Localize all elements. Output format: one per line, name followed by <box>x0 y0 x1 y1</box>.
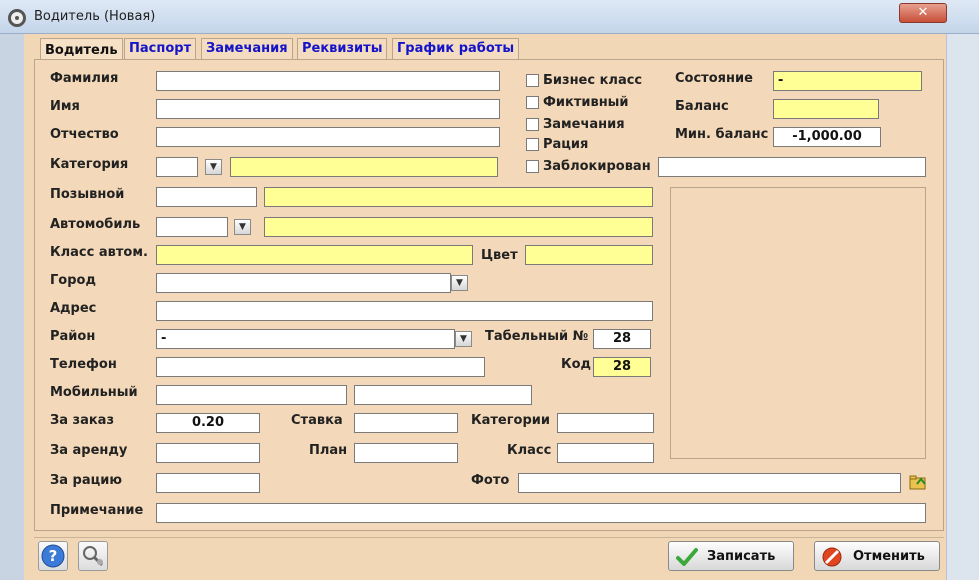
remarks-checkbox[interactable] <box>526 118 539 131</box>
svg-text:?: ? <box>49 547 58 565</box>
open-folder-icon[interactable] <box>909 474 927 490</box>
fictitious-label: Фиктивный <box>543 95 629 110</box>
phone-field[interactable] <box>156 357 485 377</box>
car-class-label: Класс автом. <box>50 245 148 260</box>
category-label: Категория <box>50 157 129 172</box>
photo-path-field[interactable] <box>518 473 901 493</box>
patronymic-label: Отчество <box>50 127 119 142</box>
status-field: - <box>773 71 922 91</box>
name-label: Имя <box>50 99 80 114</box>
per-order-field[interactable]: 0.20 <box>156 413 260 433</box>
phone-label: Телефон <box>50 357 117 372</box>
category-name-field <box>230 157 498 177</box>
rate-field[interactable] <box>354 413 458 433</box>
callsign-field[interactable] <box>156 187 257 207</box>
plan-label: План <box>309 443 348 458</box>
categories-field[interactable] <box>557 413 654 433</box>
window-title: Водитель (Новая) <box>34 9 156 24</box>
background-window-strip <box>946 34 979 580</box>
color-field <box>525 245 653 265</box>
code-field: 28 <box>593 357 651 377</box>
blocked-checkbox[interactable] <box>526 160 539 173</box>
min-balance-field[interactable]: -1,000.00 <box>773 127 881 147</box>
tab-remarks[interactable]: Замечания <box>201 38 293 60</box>
class-field[interactable] <box>557 443 654 463</box>
radio-label: Рация <box>543 137 589 152</box>
district-select[interactable]: - <box>156 329 455 349</box>
callsign-info-field <box>264 187 653 207</box>
per-radio-label: За рацию <box>50 473 122 488</box>
address-label: Адрес <box>50 301 97 316</box>
car-class-field <box>156 245 473 265</box>
business-class-checkbox[interactable] <box>526 74 539 87</box>
cancel-icon <box>822 547 842 567</box>
class-label: Класс <box>507 443 552 458</box>
cancel-button-label: Отменить <box>853 549 925 564</box>
radio-checkbox[interactable] <box>526 138 539 151</box>
note-field[interactable] <box>156 503 926 523</box>
per-radio-field[interactable] <box>156 473 260 493</box>
background-window-strip <box>0 34 24 580</box>
close-button[interactable]: ✕ <box>899 3 947 23</box>
mobile-field-2[interactable] <box>354 385 532 405</box>
city-select[interactable] <box>156 273 451 293</box>
per-order-label: За заказ <box>50 413 115 428</box>
tab-number-field[interactable]: 28 <box>593 329 651 349</box>
checkmark-icon <box>676 548 698 566</box>
district-dropdown-button[interactable]: ▼ <box>455 331 472 347</box>
callsign-label: Позывной <box>50 187 125 202</box>
city-dropdown-button[interactable]: ▼ <box>451 275 468 291</box>
blocked-label: Заблокирован <box>543 159 651 174</box>
category-code-field[interactable] <box>156 157 198 177</box>
help-icon: ? <box>41 544 65 568</box>
district-label: Район <box>50 329 96 344</box>
name-field[interactable] <box>156 99 500 119</box>
balance-label: Баланс <box>675 99 729 114</box>
balance-field <box>773 99 879 119</box>
tab-schedule[interactable]: График работы <box>392 38 520 60</box>
steering-wheel-icon <box>8 9 26 27</box>
title-bar: Водитель (Новая) ✕ <box>0 0 979 34</box>
rate-label: Ставка <box>291 413 343 428</box>
save-button[interactable]: Записать <box>668 541 794 571</box>
category-dropdown-button[interactable]: ▼ <box>205 159 222 175</box>
settings-button[interactable] <box>78 541 108 571</box>
city-label: Город <box>50 273 96 288</box>
blocked-reason-field[interactable] <box>658 157 926 177</box>
car-dropdown-button[interactable]: ▼ <box>234 219 251 235</box>
save-button-label: Записать <box>707 549 776 564</box>
color-label: Цвет <box>481 248 518 263</box>
tab-requisites[interactable]: Реквизиты <box>297 38 388 60</box>
status-label: Состояние <box>675 71 753 86</box>
note-label: Примечание <box>50 503 144 518</box>
business-class-label: Бизнес класс <box>543 73 643 88</box>
mobile-field-1[interactable] <box>156 385 347 405</box>
mobile-label: Мобильный <box>50 385 138 400</box>
car-name-field <box>264 217 653 237</box>
bottom-toolbar <box>34 537 944 577</box>
cancel-button[interactable]: Отменить <box>814 541 940 571</box>
patronymic-field[interactable] <box>156 127 500 147</box>
tools-icon <box>83 546 104 567</box>
remarks-label: Замечания <box>543 117 625 132</box>
photo-label: Фото <box>471 473 510 488</box>
car-code-field[interactable] <box>156 217 228 237</box>
per-rent-field[interactable] <box>156 443 260 463</box>
surname-field[interactable] <box>156 71 500 91</box>
code-label: Код <box>561 357 592 372</box>
tab-number-label: Табельный № <box>485 329 589 344</box>
car-label: Автомобиль <box>50 217 141 232</box>
categories-label: Категории <box>471 413 550 428</box>
driver-window: Водитель (Новая) ✕ Водитель Паспорт Заме… <box>0 0 979 580</box>
plan-field[interactable] <box>354 443 458 463</box>
help-button[interactable]: ? <box>38 541 68 571</box>
fictitious-checkbox[interactable] <box>526 96 539 109</box>
tab-passport[interactable]: Паспорт <box>124 38 197 60</box>
min-balance-label: Мин. баланс <box>675 127 769 142</box>
photo-frame <box>670 187 926 459</box>
surname-label: Фамилия <box>50 71 119 86</box>
address-field[interactable] <box>156 301 653 321</box>
per-rent-label: За аренду <box>50 443 128 458</box>
